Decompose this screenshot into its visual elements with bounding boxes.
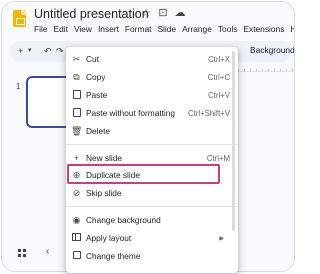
cloud-icon[interactable]: ☁ bbox=[174, 7, 186, 20]
menu-item-paste[interactable]: Paste Ctrl+V bbox=[66, 87, 238, 103]
menu-item-delete[interactable]: 🗑 Delete bbox=[66, 123, 238, 139]
menu-edit[interactable]: Edit bbox=[54, 24, 68, 34]
menu-item-change-theme[interactable]: Change theme bbox=[66, 248, 238, 264]
scissors-icon: ✂ bbox=[72, 53, 81, 64]
slide-number: 1 bbox=[16, 82, 21, 91]
menu-slide[interactable]: Slide bbox=[157, 24, 176, 34]
menu-extensions[interactable]: Extensions bbox=[243, 24, 284, 34]
trash-icon: 🗑 bbox=[71, 125, 83, 136]
clipboard-icon bbox=[71, 89, 82, 101]
menu-item-apply-layout[interactable]: Apply layout ▶ bbox=[66, 230, 238, 246]
theme-icon bbox=[71, 250, 82, 262]
palette-icon: ◉ bbox=[72, 214, 81, 225]
menu-divider bbox=[66, 144, 238, 145]
eye-off-icon: ⊘ bbox=[72, 187, 81, 198]
submenu-arrow-icon: ▶ bbox=[219, 235, 224, 242]
menu-item-copy[interactable]: ⧉ Copy Ctrl+C bbox=[66, 69, 238, 85]
move-folder-icon[interactable]: ⊡ bbox=[157, 7, 169, 20]
slides-logo-icon[interactable] bbox=[13, 10, 26, 27]
document-title[interactable]: Untitled presentation bbox=[34, 7, 149, 21]
menu-file[interactable]: File bbox=[34, 24, 48, 34]
clipboard-text-icon bbox=[71, 107, 82, 119]
menu-insert[interactable]: Insert bbox=[98, 24, 119, 34]
context-menu: ✂ Cut Ctrl+X ⧉ Copy Ctrl+C Paste Ctrl+V … bbox=[66, 47, 238, 273]
menu-item-change-background[interactable]: ◉ Change background bbox=[66, 212, 238, 228]
menu-arrange[interactable]: Arrange bbox=[182, 24, 212, 34]
menu-item-cut[interactable]: ✂ Cut Ctrl+X bbox=[66, 51, 238, 67]
ruler bbox=[238, 64, 294, 72]
background-button[interactable]: Background bbox=[250, 45, 294, 55]
plus-icon: + bbox=[73, 152, 80, 163]
layout-icon bbox=[71, 232, 82, 244]
menu-scrollbar[interactable] bbox=[232, 51, 235, 231]
menu-format[interactable]: Format bbox=[125, 24, 152, 34]
redo-icon[interactable]: ↷ bbox=[56, 45, 64, 57]
menu-divider bbox=[66, 206, 238, 207]
new-slide-button[interactable]: + bbox=[18, 45, 23, 57]
undo-icon[interactable]: ↶ bbox=[44, 45, 52, 57]
collapse-filmstrip-icon[interactable]: ‹ bbox=[46, 246, 49, 257]
slide-canvas[interactable] bbox=[238, 74, 294, 244]
grid-view-icon[interactable] bbox=[18, 249, 26, 257]
menu-bar: File Edit View Insert Format Slide Arran… bbox=[34, 24, 294, 34]
star-icon[interactable]: ☆ bbox=[140, 7, 152, 20]
title-bar: Untitled presentation ☆ ⊡ ☁ File Edit Vi… bbox=[2, 2, 294, 38]
menu-view[interactable]: View bbox=[74, 24, 92, 34]
menu-item-paste-without-formatting[interactable]: Paste without formatting Ctrl+Shift+V bbox=[66, 105, 238, 121]
copy-icon: ⧉ bbox=[73, 71, 80, 82]
duplicate-slide-highlight bbox=[67, 164, 220, 184]
menu-tools[interactable]: Tools bbox=[218, 24, 238, 34]
new-slide-dropdown-icon[interactable]: ▾ bbox=[28, 45, 32, 57]
menu-item-skip-slide[interactable]: ⊘ Skip slide bbox=[66, 185, 238, 201]
menu-help[interactable]: H bbox=[290, 24, 294, 34]
